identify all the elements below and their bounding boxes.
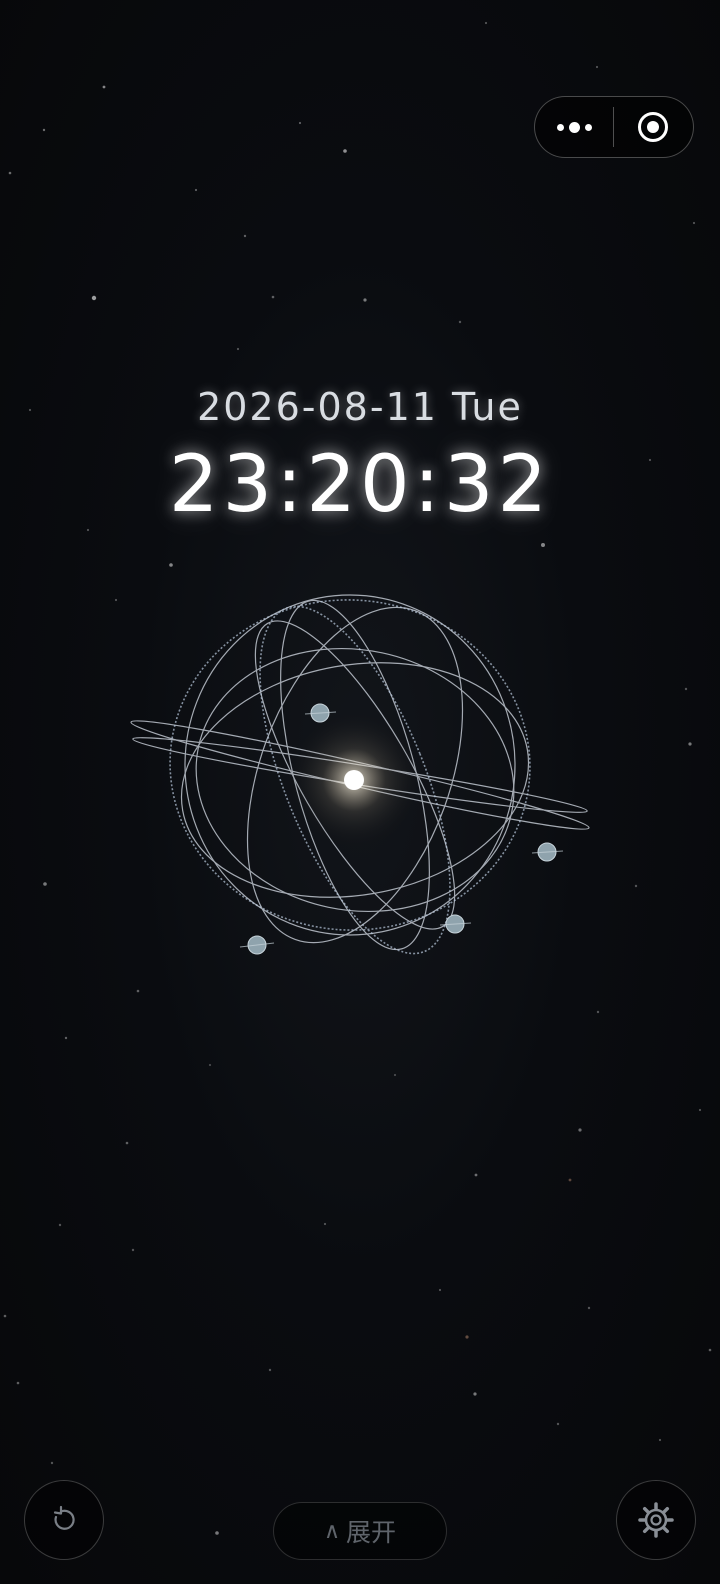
refresh-button[interactable] (24, 1480, 104, 1560)
settings-button[interactable] (616, 1480, 696, 1560)
time-label: 23:20:32 (168, 440, 552, 530)
solar-clock-screen: 2026-08-11 Tue 23:20:32 ∧ 展开 (0, 0, 720, 1584)
mini-program-capsule (534, 96, 694, 158)
more-button[interactable] (535, 97, 613, 157)
date-label: 2026-08-11 Tue (197, 385, 523, 429)
sun (344, 770, 364, 790)
expand-button[interactable]: ∧ 展开 (273, 1502, 447, 1560)
expand-label: 展开 (346, 1518, 397, 1547)
target-circle-icon (638, 112, 668, 142)
gear-icon (638, 1502, 674, 1538)
refresh-icon (53, 1505, 75, 1530)
more-dots-icon (556, 121, 592, 133)
chevron-up-icon: ∧ (323, 1518, 341, 1544)
close-mini-program-button[interactable] (614, 97, 692, 157)
solar-system-orbits (130, 594, 590, 955)
